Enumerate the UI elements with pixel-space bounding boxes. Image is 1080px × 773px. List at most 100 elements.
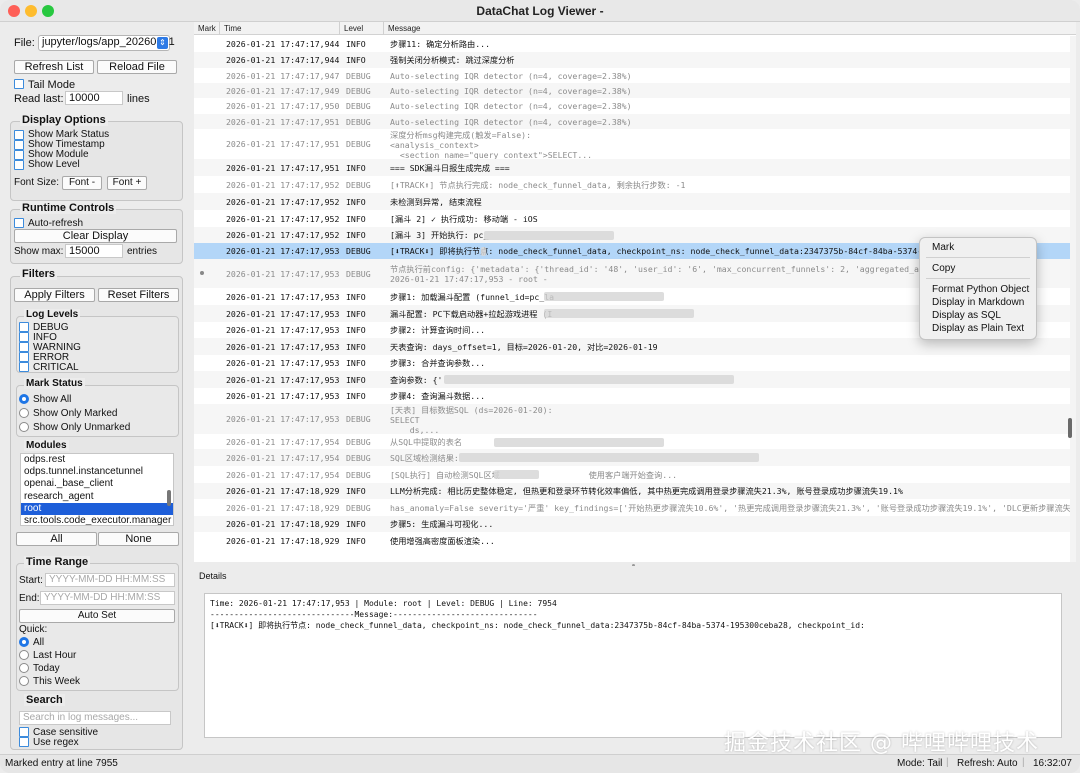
reset-filters-button[interactable]: Reset Filters <box>98 288 179 302</box>
column-time[interactable]: Time <box>224 24 241 33</box>
show-mark-status-checkbox[interactable] <box>14 130 24 140</box>
quick-this-week-radio[interactable] <box>19 676 29 686</box>
redacted-block <box>481 247 486 256</box>
row-time: 2026-01-21 17:47:17,950 <box>226 101 340 111</box>
level-info-checkbox[interactable] <box>19 332 29 342</box>
auto-set-button[interactable]: Auto Set <box>19 609 175 623</box>
table-row[interactable]: 2026-01-21 17:47:17,954 DEBUG [SQL执行] 自动检测… <box>194 466 1070 483</box>
module-item[interactable]: research_agent <box>21 491 173 503</box>
menu-item-format-python-object[interactable]: Format Python Object <box>932 284 1029 295</box>
module-item[interactable]: openai._base_client <box>21 478 173 490</box>
show-timestamp-checkbox[interactable] <box>14 140 24 150</box>
quick-last-hour-radio[interactable] <box>19 650 29 660</box>
show-only-marked-radio[interactable] <box>19 408 29 418</box>
table-row[interactable]: 2026-01-21 17:47:17,944 INFO 步骤11: 确定分析路由.… <box>194 36 1070 52</box>
level-error-checkbox[interactable] <box>19 352 29 362</box>
redacted-block <box>494 438 664 447</box>
module-item[interactable]: src.tools.code_executor.manager <box>21 515 173 525</box>
reload-file-button[interactable]: Reload File <box>97 60 177 74</box>
row-message: Auto-selecting IQR detector (n=4, covera… <box>390 70 632 81</box>
row-level: INFO <box>346 535 366 546</box>
read-last-label: Read last: <box>14 93 64 105</box>
use-regex-checkbox[interactable] <box>19 737 29 747</box>
column-level[interactable]: Level <box>344 24 363 33</box>
mark-indicator-icon[interactable] <box>200 271 204 275</box>
table-row[interactable]: 2026-01-21 17:47:17,953 INFO 步骤3: 合并查询参数..… <box>194 355 1070 371</box>
quick-all-radio[interactable] <box>19 637 29 647</box>
row-message: [漏斗 2] ✓ 执行成功: 移动端 - iOS <box>390 213 538 224</box>
start-time-input[interactable]: YYYY-MM-DD HH:MM:SS <box>45 573 175 587</box>
row-message: 查询参数: {' <box>390 374 443 385</box>
module-item-selected[interactable]: root <box>21 502 173 515</box>
table-row[interactable]: 2026-01-21 17:47:18,929 INFO 步骤5: 生成漏斗可视化.… <box>194 516 1070 532</box>
apply-filters-button[interactable]: Apply Filters <box>14 288 95 302</box>
table-row[interactable]: 2026-01-21 17:47:17,952 INFO 未检测到异常, 结束流程 <box>194 193 1070 210</box>
table-row[interactable]: 2026-01-21 17:47:17,951 DEBUG Auto-selecti… <box>194 114 1070 129</box>
table-scrollbar-track[interactable] <box>1070 36 1076 562</box>
table-row[interactable]: 2026-01-21 17:47:17,950 DEBUG Auto-selecti… <box>194 98 1070 114</box>
table-row[interactable]: 2026-01-21 17:47:17,947 DEBUG Auto-selecti… <box>194 68 1070 83</box>
details-text[interactable]: Time: 2026-01-21 17:47:17,953 | Module: … <box>204 593 1062 738</box>
row-level: DEBUG <box>346 436 371 447</box>
level-debug-checkbox[interactable] <box>19 322 29 332</box>
refresh-list-button[interactable]: Refresh List <box>14 60 94 74</box>
show-max-input[interactable]: 15000 <box>65 244 123 258</box>
table-row[interactable]: 2026-01-21 17:47:17,951 INFO === SDK漏斗日报生成… <box>194 159 1070 176</box>
row-level: INFO <box>346 55 366 65</box>
app-window: DataChat Log Viewer - File: jupyter/logs… <box>0 0 1080 773</box>
search-input[interactable]: Search in log messages... <box>19 711 171 725</box>
show-only-unmarked-radio[interactable] <box>19 422 29 432</box>
show-all-radio[interactable] <box>19 394 29 404</box>
show-module-checkbox[interactable] <box>14 150 24 160</box>
table-row[interactable]: 2026-01-21 17:47:18,929 INFO 使用增强高密度面板渲染..… <box>194 532 1070 549</box>
show-only-unmarked-label: Show Only Unmarked <box>33 422 131 433</box>
table-row[interactable]: 2026-01-21 17:47:17,952 INFO [漏斗 2] ✓ 执行成功… <box>194 210 1070 227</box>
font-decrease-button[interactable]: Font - <box>62 176 102 190</box>
column-mark[interactable]: Mark <box>198 24 216 33</box>
table-row[interactable]: 2026-01-21 17:47:17,953 DEBUG [天表] 目标数据SQL… <box>194 404 1070 434</box>
menu-item-copy[interactable]: Copy <box>932 263 955 274</box>
show-level-checkbox[interactable] <box>14 160 24 170</box>
font-increase-button[interactable]: Font + <box>107 176 147 190</box>
modules-scrollbar[interactable] <box>167 490 171 506</box>
row-time: 2026-01-21 17:47:18,929 <box>226 502 340 513</box>
table-row[interactable]: 2026-01-21 17:47:17,949 DEBUG Auto-selecti… <box>194 83 1070 98</box>
row-message: SQL区域检测结果: <box>390 452 459 463</box>
table-row[interactable]: 2026-01-21 17:47:17,953 INFO 步骤4: 查询漏斗数据..… <box>194 388 1070 404</box>
display-options-title: Display Options <box>20 114 108 126</box>
table-row[interactable]: 2026-01-21 17:47:18,929 INFO LLM分析完成: 相比历史… <box>194 483 1070 499</box>
tail-mode-checkbox[interactable] <box>14 79 24 89</box>
row-level: INFO <box>346 162 366 173</box>
control-panel: File: jupyter/logs/app_20260121 ⇕ Refres… <box>0 22 192 752</box>
menu-item-display-sql[interactable]: Display as SQL <box>932 310 1001 321</box>
read-last-input[interactable]: 10000 <box>65 91 123 105</box>
table-scrollbar-thumb[interactable] <box>1068 418 1072 438</box>
auto-refresh-checkbox[interactable] <box>14 218 24 228</box>
row-level: DEBUG <box>346 469 371 480</box>
clear-display-button[interactable]: Clear Display <box>14 229 177 243</box>
case-sensitive-checkbox[interactable] <box>19 727 29 737</box>
modules-none-button[interactable]: None <box>98 532 179 546</box>
details-separator-line: ------------------------------Message:--… <box>210 610 538 619</box>
row-level: DEBUG <box>346 268 371 279</box>
menu-item-display-plain-text[interactable]: Display as Plain Text <box>932 323 1024 334</box>
level-warning-checkbox[interactable] <box>19 342 29 352</box>
column-message[interactable]: Message <box>388 24 420 33</box>
table-row[interactable]: 2026-01-21 17:47:17,953 INFO 天表查询: days_of… <box>194 338 1070 355</box>
menu-item-display-markdown[interactable]: Display in Markdown <box>932 297 1024 308</box>
table-row[interactable]: 2026-01-21 17:47:18,929 DEBUG has_anomaly=… <box>194 499 1070 516</box>
end-time-input[interactable]: YYYY-MM-DD HH:MM:SS <box>40 591 175 605</box>
modules-all-button[interactable]: All <box>16 532 97 546</box>
level-critical-checkbox[interactable] <box>19 362 29 372</box>
table-row[interactable]: 2026-01-21 17:47:17,951 DEBUG 深度分析msg构建完成(… <box>194 129 1070 159</box>
modules-list[interactable]: odps.rest odps.tunnel.instancetunnel ope… <box>20 453 174 526</box>
module-item[interactable]: odps.rest <box>21 454 173 466</box>
row-level: DEBUG <box>346 85 371 96</box>
table-row[interactable]: 2026-01-21 17:47:17,952 DEBUG [⬆TRACK⬆] 节点… <box>194 176 1070 193</box>
file-select[interactable]: jupyter/logs/app_20260121 ⇕ <box>38 35 175 51</box>
entries-label: entries <box>127 246 158 257</box>
menu-item-mark[interactable]: Mark <box>932 242 954 253</box>
module-item[interactable]: odps.tunnel.instancetunnel <box>21 466 173 478</box>
quick-today-radio[interactable] <box>19 663 29 673</box>
table-row[interactable]: 2026-01-21 17:47:17,944 INFO 强制关闭分析模式: 跳过深… <box>194 52 1070 68</box>
